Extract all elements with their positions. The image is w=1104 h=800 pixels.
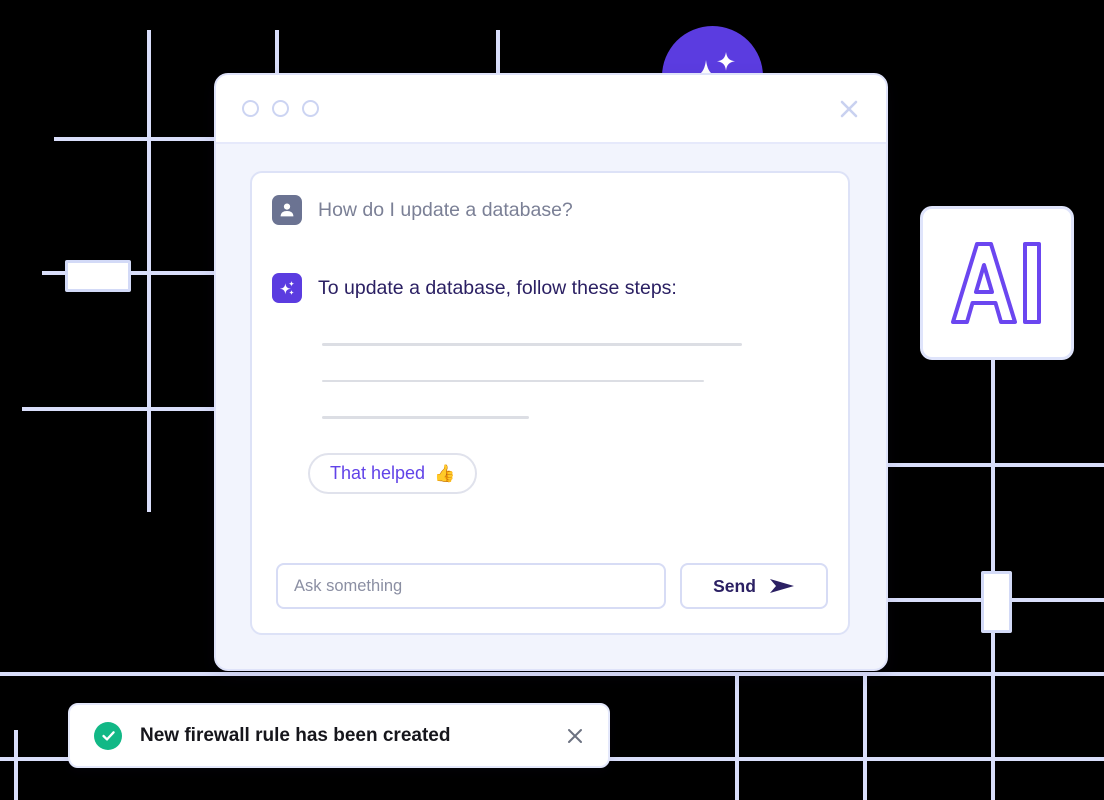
grid-node-rect: [981, 571, 1012, 633]
toast-close-button[interactable]: [562, 723, 588, 749]
message-assistant-text: To update a database, follow these steps…: [318, 277, 677, 299]
grid-line-horizontal: [54, 137, 214, 141]
grid-line-vertical: [14, 730, 18, 800]
skeleton-line: [322, 416, 529, 419]
window-dot-3[interactable]: [302, 100, 319, 117]
close-icon: [840, 100, 858, 117]
grid-line-vertical: [496, 30, 500, 75]
close-window-button[interactable]: [834, 94, 864, 124]
composer: Send: [276, 563, 828, 609]
chat-panel: How do I update a database? To update a …: [250, 171, 850, 635]
ai-outline-letters-icon: [951, 242, 1041, 324]
chat-window: How do I update a database? To update a …: [214, 73, 888, 671]
window-titlebar: [216, 75, 886, 144]
grid-line-vertical: [863, 672, 867, 800]
window-dot-2[interactable]: [272, 100, 289, 117]
grid-line-vertical: [735, 672, 739, 800]
message-user: How do I update a database?: [272, 195, 573, 225]
grid-line-vertical: [275, 30, 279, 75]
traffic-light-dots: [242, 100, 319, 117]
ai-badge: [920, 206, 1074, 360]
sparkles-icon: [272, 273, 302, 303]
message-user-text: How do I update a database?: [318, 199, 573, 221]
person-icon: [272, 195, 302, 225]
send-button[interactable]: Send: [680, 563, 828, 609]
skeleton-line: [322, 379, 704, 382]
grid-node-rect: [65, 260, 131, 292]
message-assistant: To update a database, follow these steps…: [272, 273, 677, 303]
grid-line-horizontal: [884, 463, 1104, 467]
skeleton-line: [322, 343, 742, 346]
grid-line-horizontal: [22, 407, 214, 411]
content-skeleton: [322, 343, 802, 419]
page-canvas: How do I update a database? To update a …: [0, 0, 1104, 800]
toast-notification: New firewall rule has been created: [68, 703, 610, 768]
that-helped-button[interactable]: That helped 👍: [308, 453, 478, 494]
thumbs-up-emoji: 👍: [434, 464, 456, 483]
toast-message: New firewall rule has been created: [140, 724, 451, 746]
window-dot-1[interactable]: [242, 100, 259, 117]
grid-line-horizontal: [0, 672, 1104, 676]
paper-plane-icon: [769, 579, 794, 593]
send-label: Send: [713, 575, 756, 596]
that-helped-label: That helped: [330, 463, 426, 483]
close-icon: [568, 728, 582, 743]
check-circle-icon: [94, 721, 122, 750]
ask-input[interactable]: [276, 563, 666, 609]
